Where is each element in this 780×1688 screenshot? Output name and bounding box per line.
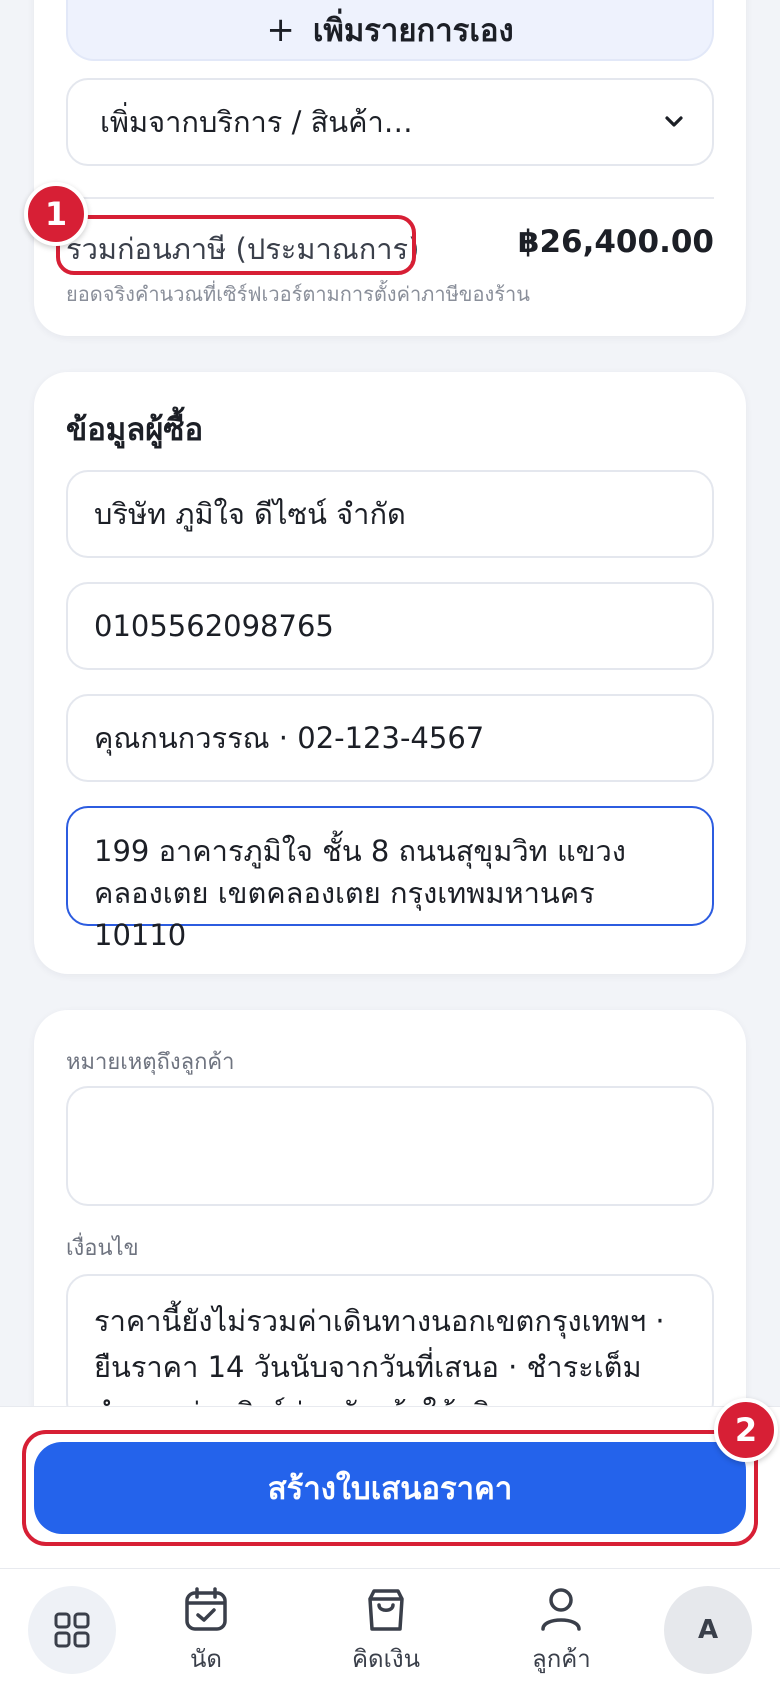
tab-customers-label: ลูกค้า [532, 1645, 591, 1673]
calendar-check-icon [185, 1587, 227, 1631]
divider [66, 197, 714, 199]
company-name-field[interactable]: บริษัท ภูมิใจ ดีไซน์ จำกัด [66, 470, 714, 558]
annotation-badge-1: 1 [24, 182, 88, 246]
add-from-catalog-value: เพิ่มจากบริการ / สินค้า… [100, 105, 413, 139]
customer-note-textarea[interactable] [66, 1086, 714, 1206]
tax-id-field[interactable]: 0105562098765 [66, 582, 714, 670]
shopping-bag-icon [368, 1589, 404, 1631]
add-from-catalog-select[interactable]: เพิ่มจากบริการ / สินค้า… [66, 78, 714, 166]
user-icon [541, 1588, 582, 1631]
grid-icon [54, 1612, 90, 1648]
tab-appointments[interactable]: นัด [182, 1585, 230, 1678]
terms-textarea[interactable]: ราคานี้ยังไม่รวมค่าเดินทางนอกเขตกรุงเทพฯ… [66, 1274, 714, 1424]
subtotal-value: ฿26,400.00 [517, 224, 714, 260]
tab-customers[interactable]: ลูกค้า [532, 1585, 591, 1678]
annotation-highlight-1 [56, 215, 416, 275]
annotation-highlight-2 [22, 1430, 758, 1546]
chevron-down-icon [665, 116, 683, 127]
buyer-section-title: ข้อมูลผู้ซื้อ [66, 412, 204, 448]
address-value: 199 อาคารภูมิใจ ชั้น 8 ถนนสุขุมวิท แขวงค… [94, 834, 626, 952]
avatar-initial: A [697, 1615, 719, 1645]
contact-value: คุณกนกวรรณ · 02-123-4567 [94, 721, 485, 755]
tax-id-value: 0105562098765 [94, 609, 334, 643]
add-manual-item-label: เพิ่มรายการเอง [312, 12, 514, 49]
tab-dashboard[interactable] [28, 1586, 116, 1674]
avatar[interactable]: A [664, 1586, 752, 1674]
annotation-badge-2: 2 [714, 1398, 778, 1462]
tab-billing[interactable]: คิดเงิน [352, 1585, 420, 1678]
tab-appointments-label: นัด [190, 1645, 222, 1673]
company-name-value: บริษัท ภูมิใจ ดีไซน์ จำกัด [94, 497, 406, 531]
terms-label: เงื่อนไข [66, 1236, 139, 1261]
subtotal-note: ยอดจริงคำนวณที่เซิร์ฟเวอร์ตามการตั้งค่าภ… [66, 282, 530, 306]
address-field[interactable]: 199 อาคารภูมิใจ ชั้น 8 ถนนสุขุมวิท แขวงค… [66, 806, 714, 952]
customer-note-label: หมายเหตุถึงลูกค้า [66, 1050, 235, 1075]
contact-field[interactable]: คุณกนกวรรณ · 02-123-4567 [66, 694, 714, 782]
plus-icon: + [266, 9, 295, 50]
add-manual-item-button[interactable]: + เพิ่มรายการเอง [66, 0, 714, 61]
tab-billing-label: คิดเงิน [352, 1645, 420, 1673]
